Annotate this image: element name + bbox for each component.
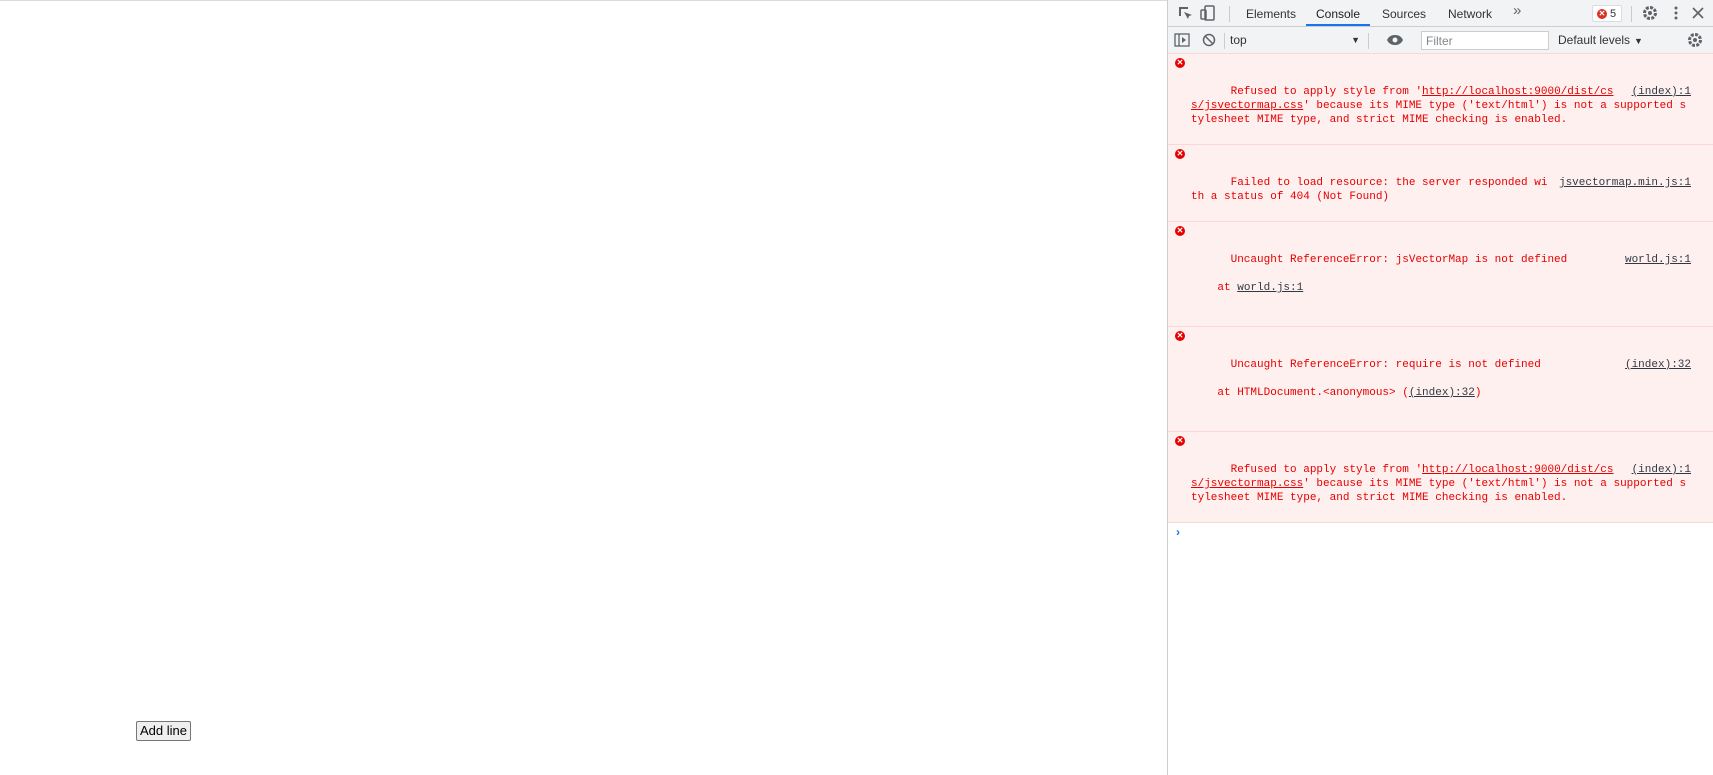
console-error-message: ✕ jsvectormap.min.js:1 Failed to load res… [1168, 144, 1713, 222]
stack-trace-line: at HTMLDocument.<anonymous> ((index):32) [1191, 386, 1691, 400]
toolbar-separator [1631, 6, 1632, 22]
live-expression-eye-icon[interactable] [1386, 31, 1404, 49]
console-error-message: ✕ (index):32 Uncaught ReferenceError: req… [1168, 326, 1713, 432]
error-icon: ✕ [1597, 8, 1607, 19]
console-error-message: ✕ world.js:1 Uncaught ReferenceError: jsV… [1168, 221, 1713, 327]
execution-context-value: top [1230, 33, 1247, 47]
error-count-badge[interactable]: ✕ 5 [1592, 5, 1623, 22]
console-settings-gear-icon[interactable] [1686, 31, 1704, 49]
more-tabs-chevron-icon[interactable]: » [1513, 2, 1521, 19]
error-icon: ✕ [1175, 436, 1185, 446]
message-text: Refused to apply style from ' [1230, 464, 1423, 476]
close-devtools-icon[interactable] [1689, 4, 1707, 22]
log-levels-dropdown[interactable]: Default levels ▼ [1558, 31, 1643, 49]
more-options-kebab-icon[interactable] [1667, 4, 1685, 22]
page-viewport: Add line [0, 1, 1167, 775]
message-text: Uncaught ReferenceError: jsVectorMap is … [1230, 254, 1568, 266]
tab-elements[interactable]: Elements [1240, 0, 1302, 26]
source-link[interactable]: (index):1 [1632, 463, 1691, 477]
toolbar-separator [1224, 33, 1225, 49]
message-text: Failed to load resource: the server resp… [1191, 177, 1548, 203]
error-icon: ✕ [1175, 149, 1185, 159]
error-icon: ✕ [1175, 58, 1185, 68]
device-toolbar-icon[interactable] [1199, 4, 1217, 22]
tab-sources[interactable]: Sources [1374, 0, 1434, 26]
toolbar-separator [1368, 33, 1369, 49]
console-prompt[interactable]: › [1168, 523, 1713, 541]
devtools-tab-bar: Elements Console Sources Network » ✕ 5 [1168, 0, 1713, 27]
console-error-message: ✕ (index):1 Refused to apply style from '… [1168, 53, 1713, 145]
stack-suffix: ) [1474, 387, 1482, 399]
settings-gear-icon[interactable] [1641, 4, 1659, 22]
prompt-chevron-icon: › [1176, 525, 1180, 539]
stack-trace-line: at world.js:1 [1191, 281, 1691, 295]
message-text: Uncaught ReferenceError: require is not … [1230, 359, 1541, 371]
message-text: Refused to apply style from ' [1230, 86, 1423, 98]
source-link[interactable]: world.js:1 [1625, 253, 1691, 267]
error-icon: ✕ [1175, 226, 1185, 236]
error-count: 5 [1610, 7, 1617, 20]
source-link[interactable]: (index):1 [1632, 85, 1691, 99]
toolbar-separator [1229, 6, 1230, 22]
show-sidebar-icon[interactable] [1173, 31, 1191, 49]
devtools-panel: Elements Console Sources Network » ✕ 5 t… [1167, 0, 1713, 775]
tab-console[interactable]: Console [1306, 0, 1370, 26]
add-line-button[interactable]: Add line [136, 721, 191, 741]
dropdown-caret-icon: ▼ [1351, 35, 1360, 45]
console-error-message: ✕ (index):1 Refused to apply style from '… [1168, 431, 1713, 523]
clear-console-icon[interactable] [1200, 31, 1218, 49]
console-toolbar: top ▼ Default levels▼ [1168, 27, 1713, 54]
log-levels-label: Default levels [1558, 33, 1631, 47]
error-icon: ✕ [1175, 331, 1185, 341]
inspect-element-icon[interactable] [1176, 4, 1194, 22]
tab-network[interactable]: Network [1438, 0, 1502, 26]
stack-prefix: at HTMLDocument.<anonymous> ( [1191, 387, 1409, 399]
filter-input[interactable] [1421, 31, 1549, 50]
source-link[interactable]: jsvectormap.min.js:1 [1559, 176, 1691, 190]
stack-link[interactable]: (index):32 [1409, 387, 1475, 399]
source-link[interactable]: (index):32 [1625, 358, 1691, 372]
console-messages: ✕ (index):1 Refused to apply style from '… [1168, 53, 1713, 541]
dropdown-caret-icon: ▼ [1634, 36, 1643, 46]
stack-prefix: at [1191, 282, 1238, 294]
execution-context-select[interactable]: top ▼ [1230, 31, 1360, 49]
stack-link[interactable]: world.js:1 [1237, 282, 1303, 294]
